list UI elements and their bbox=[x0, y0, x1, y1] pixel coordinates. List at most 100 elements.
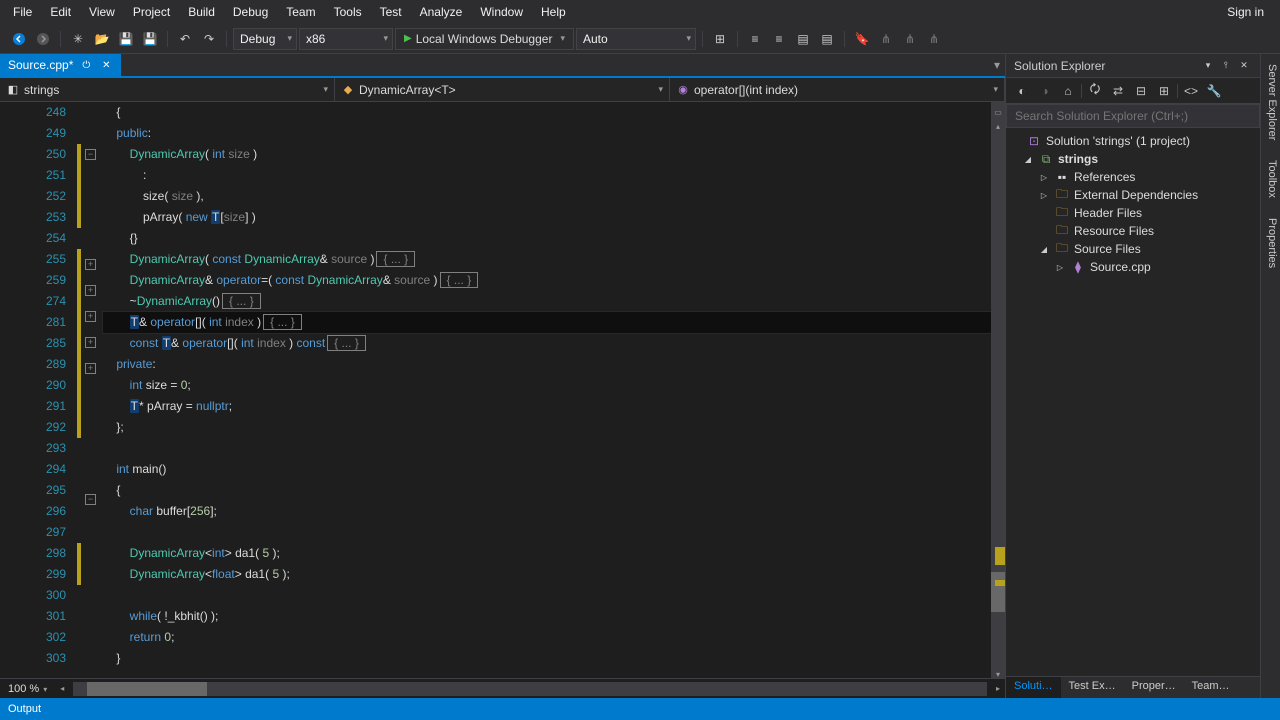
undo-icon[interactable]: ↶ bbox=[174, 28, 196, 50]
config-combo[interactable]: Debug bbox=[233, 28, 297, 50]
home-icon[interactable]: ⌂ bbox=[1058, 81, 1078, 101]
menu-window[interactable]: Window bbox=[471, 2, 532, 22]
code-line[interactable]: int main() bbox=[103, 459, 991, 480]
collapsed-panel-toolbox[interactable]: Toolbox bbox=[1261, 150, 1280, 208]
scroll-down-icon[interactable]: ▾ bbox=[991, 664, 1005, 678]
redo-icon[interactable]: ↷ bbox=[198, 28, 220, 50]
tool-icon[interactable]: ⋔ bbox=[923, 28, 945, 50]
menu-test[interactable]: Test bbox=[371, 2, 411, 22]
code-line[interactable]: DynamicArray<float> da1( 5 ); bbox=[103, 564, 991, 585]
collapsed-panel-properties[interactable]: Properties bbox=[1261, 208, 1280, 278]
platform-combo[interactable]: x86 bbox=[299, 28, 393, 50]
code-line[interactable] bbox=[103, 522, 991, 543]
code-editor[interactable]: 2482492502512522532542552592742812852892… bbox=[0, 102, 1005, 678]
code-line[interactable] bbox=[103, 585, 991, 606]
tab-sourcecpp[interactable]: Source.cpp* ⏻ ✕ bbox=[0, 54, 121, 76]
code-line[interactable]: }; bbox=[103, 417, 991, 438]
code-line[interactable]: const T& operator[]( int index ) const{ … bbox=[103, 333, 991, 354]
class-combo[interactable]: ◆ DynamicArray<T> bbox=[335, 78, 670, 101]
tool-icon[interactable]: ⊞ bbox=[709, 28, 731, 50]
code-line[interactable]: { bbox=[103, 102, 991, 123]
solution-node[interactable]: ⊡ Solution 'strings' (1 project) bbox=[1006, 132, 1260, 150]
menu-help[interactable]: Help bbox=[532, 2, 575, 22]
pin-icon[interactable]: ⫯ bbox=[1218, 58, 1234, 74]
scroll-up-icon[interactable]: ▴ bbox=[991, 116, 1005, 130]
tool-icon[interactable]: ⋔ bbox=[875, 28, 897, 50]
code-line[interactable]: char buffer[256]; bbox=[103, 501, 991, 522]
open-file-icon[interactable]: 📂 bbox=[91, 28, 113, 50]
save-icon[interactable]: 💾 bbox=[115, 28, 137, 50]
scroll-right-icon[interactable]: ▸ bbox=[991, 684, 1005, 693]
hscroll-thumb[interactable] bbox=[87, 682, 207, 696]
zoom-combo[interactable]: 100 % bbox=[0, 683, 55, 695]
menu-edit[interactable]: Edit bbox=[41, 2, 80, 22]
panel-tab[interactable]: Team… bbox=[1184, 677, 1238, 698]
panel-tab[interactable]: Soluti… bbox=[1006, 677, 1061, 698]
scope-combo[interactable]: ◧ strings bbox=[0, 78, 335, 101]
show-all-icon[interactable]: ⊞ bbox=[1154, 81, 1174, 101]
expand-icon[interactable]: + bbox=[85, 363, 96, 374]
comment-icon[interactable]: ▤ bbox=[792, 28, 814, 50]
sync-icon[interactable]: ⇄ bbox=[1108, 81, 1128, 101]
menu-file[interactable]: File bbox=[4, 2, 41, 22]
vertical-scrollbar[interactable]: ▭ ▴ ▾ bbox=[991, 102, 1005, 678]
split-icon[interactable]: ▭ bbox=[991, 102, 1005, 116]
refresh-icon[interactable]: 🗘 bbox=[1085, 81, 1105, 101]
panel-menu-icon[interactable]: ▾ bbox=[1200, 58, 1216, 74]
menu-project[interactable]: Project bbox=[124, 2, 179, 22]
collapse-icon[interactable]: ⊟ bbox=[1131, 81, 1151, 101]
code-line[interactable]: ~DynamicArray(){ ... } bbox=[103, 291, 991, 312]
expand-icon[interactable]: + bbox=[85, 311, 96, 322]
scroll-thumb[interactable] bbox=[991, 572, 1005, 612]
source-files-node[interactable]: ◢ 🗀 Source Files bbox=[1006, 240, 1260, 258]
menu-debug[interactable]: Debug bbox=[224, 2, 277, 22]
menu-team[interactable]: Team bbox=[277, 2, 324, 22]
project-node[interactable]: ◢ ⧉ strings bbox=[1006, 150, 1260, 168]
tab-dropdown-icon[interactable]: ▾ bbox=[989, 54, 1005, 76]
expand-icon[interactable]: + bbox=[85, 285, 96, 296]
collapse-icon[interactable]: − bbox=[85, 494, 96, 505]
source-file-item[interactable]: ▷ ⧫ Source.cpp bbox=[1006, 258, 1260, 276]
solution-search[interactable] bbox=[1006, 104, 1260, 128]
code-line[interactable] bbox=[103, 438, 991, 459]
code-line[interactable]: T& operator[]( int index ){ ... } bbox=[103, 312, 991, 333]
code-line[interactable]: int size = 0; bbox=[103, 375, 991, 396]
expand-icon[interactable]: + bbox=[85, 259, 96, 270]
bookmark-icon[interactable]: 🔖 bbox=[851, 28, 873, 50]
code-line[interactable]: while( !_kbhit() ); bbox=[103, 606, 991, 627]
close-icon[interactable]: ✕ bbox=[1236, 58, 1252, 74]
code-line[interactable]: { bbox=[103, 480, 991, 501]
output-tab[interactable]: Output bbox=[0, 698, 1280, 720]
code-line[interactable]: public: bbox=[103, 123, 991, 144]
code-line[interactable]: pArray( new T[size] ) bbox=[103, 207, 991, 228]
collapsed-panel-server-explorer[interactable]: Server Explorer bbox=[1261, 54, 1280, 150]
nav-forward-icon[interactable] bbox=[32, 28, 54, 50]
header-files-node[interactable]: 🗀 Header Files bbox=[1006, 204, 1260, 222]
menu-view[interactable]: View bbox=[80, 2, 124, 22]
uncomment-icon[interactable]: ▤ bbox=[816, 28, 838, 50]
code-line[interactable]: DynamicArray( int size ) bbox=[103, 144, 991, 165]
resource-files-node[interactable]: 🗀 Resource Files bbox=[1006, 222, 1260, 240]
nav-back-icon[interactable] bbox=[8, 28, 30, 50]
references-node[interactable]: ▷ ▪▪ References bbox=[1006, 168, 1260, 186]
panel-tab[interactable]: Test Ex… bbox=[1061, 677, 1124, 698]
search-input[interactable] bbox=[1006, 104, 1260, 128]
code-line[interactable]: } bbox=[103, 648, 991, 669]
expand-icon[interactable]: + bbox=[85, 337, 96, 348]
code-line[interactable]: return 0; bbox=[103, 627, 991, 648]
code-line[interactable]: {} bbox=[103, 228, 991, 249]
code-line[interactable]: DynamicArray& operator=( const DynamicAr… bbox=[103, 270, 991, 291]
indent-icon[interactable]: ≡ bbox=[768, 28, 790, 50]
code-line[interactable]: T* pArray = nullptr; bbox=[103, 396, 991, 417]
indent-icon[interactable]: ≡ bbox=[744, 28, 766, 50]
new-project-icon[interactable]: ✳ bbox=[67, 28, 89, 50]
menu-tools[interactable]: Tools bbox=[325, 2, 371, 22]
properties-icon[interactable]: 🔧 bbox=[1204, 81, 1224, 101]
save-all-icon[interactable]: 💾 bbox=[139, 28, 161, 50]
external-deps-node[interactable]: ▷ 🗀 External Dependencies bbox=[1006, 186, 1260, 204]
collapse-icon[interactable]: − bbox=[85, 149, 96, 160]
start-debugging-button[interactable]: ▶Local Windows Debugger▾ bbox=[395, 28, 574, 50]
code-area[interactable]: { public: DynamicArray( int size ) : siz… bbox=[99, 102, 991, 678]
code-line[interactable]: DynamicArray( const DynamicArray& source… bbox=[103, 249, 991, 270]
code-line[interactable]: : bbox=[103, 165, 991, 186]
